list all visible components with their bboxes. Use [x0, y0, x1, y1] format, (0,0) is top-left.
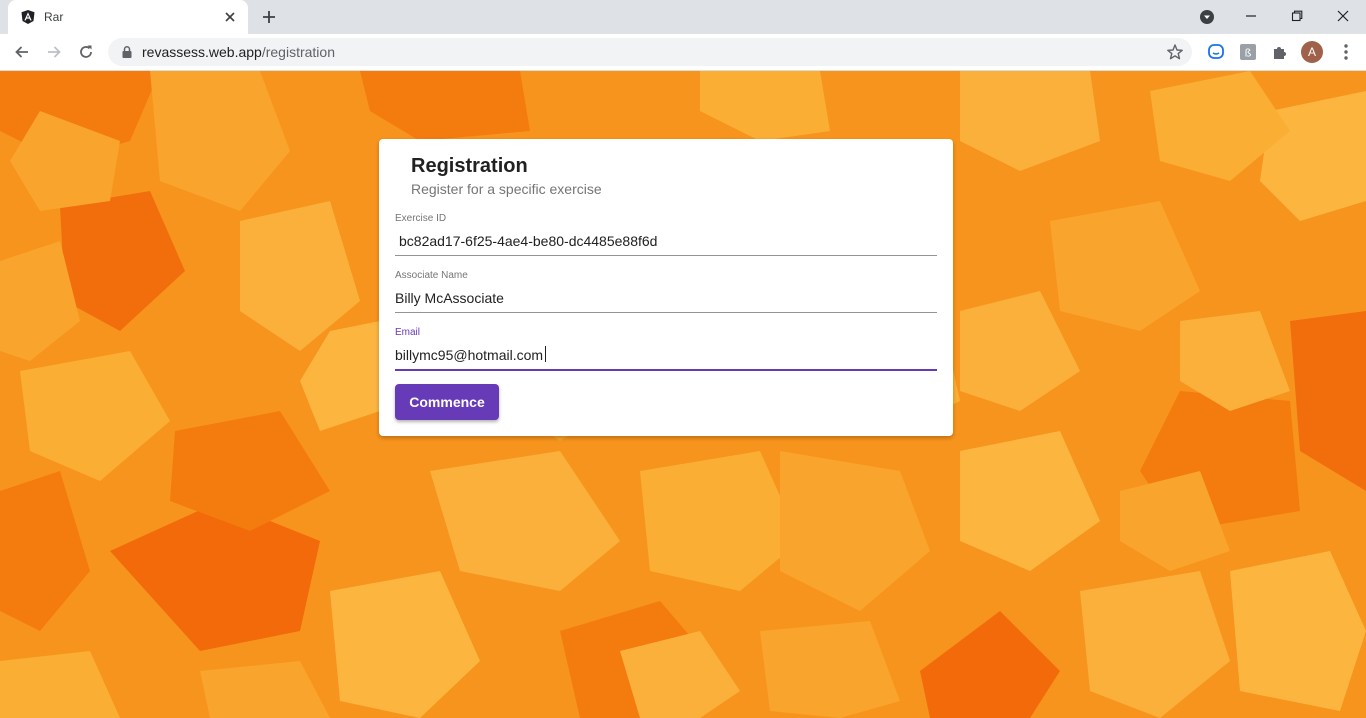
exercise-id-underline: [395, 255, 937, 256]
associate-name-field: Associate Name: [395, 270, 937, 316]
address-bar[interactable]: revassess.web.app/registration: [108, 38, 1192, 66]
chat-extension-icon[interactable]: [1206, 42, 1226, 62]
reload-icon[interactable]: [74, 40, 98, 64]
svg-text:ß: ß: [1245, 47, 1252, 60]
exercise-id-field: Exercise ID: [395, 213, 937, 259]
url-text: revassess.web.app/registration: [142, 44, 335, 60]
associate-name-input[interactable]: [395, 286, 937, 310]
page-title: Registration: [411, 155, 528, 177]
exercise-id-input[interactable]: [395, 229, 937, 253]
tab-title: Rar: [44, 10, 64, 24]
plus-icon[interactable]: [259, 7, 279, 27]
page-subtitle: Register for a specific exercise: [411, 181, 602, 197]
arrow-right-icon[interactable]: [42, 40, 66, 64]
angular-logo-icon: [20, 9, 36, 25]
url-path: /registration: [261, 44, 335, 60]
text-caret: [545, 346, 546, 362]
email-field: Email: [395, 327, 937, 373]
commence-button[interactable]: Commence: [395, 384, 499, 420]
registration-card: Registration Register for a specific exe…: [379, 139, 953, 436]
star-icon[interactable]: [1166, 43, 1184, 61]
exercise-id-label: Exercise ID: [395, 213, 447, 224]
browser-toolbar: revassess.web.app/registration ß A: [0, 34, 1366, 71]
url-domain: revassess.web.app: [142, 44, 262, 60]
browser-tabstrip: Rar: [0, 0, 1366, 34]
profile-avatar[interactable]: A: [1301, 41, 1323, 63]
window-close-icon[interactable]: [1328, 2, 1358, 30]
minimize-icon[interactable]: [1236, 2, 1266, 30]
translate-extension-icon[interactable]: ß: [1238, 42, 1258, 62]
email-label: Email: [395, 327, 421, 338]
chevron-down-icon[interactable]: [1197, 7, 1217, 27]
email-input[interactable]: [395, 343, 937, 367]
email-underline: [395, 369, 937, 371]
page-viewport: Registration Register for a specific exe…: [0, 71, 1366, 718]
lock-icon[interactable]: [120, 45, 134, 59]
associate-name-label: Associate Name: [395, 270, 468, 281]
restore-icon[interactable]: [1282, 2, 1312, 30]
browser-tab-active[interactable]: Rar: [8, 0, 248, 34]
associate-name-underline: [395, 312, 937, 313]
arrow-left-icon[interactable]: [10, 40, 34, 64]
more-vert-icon[interactable]: [1336, 42, 1356, 62]
close-icon[interactable]: [222, 9, 238, 25]
puzzle-icon[interactable]: [1270, 42, 1290, 62]
